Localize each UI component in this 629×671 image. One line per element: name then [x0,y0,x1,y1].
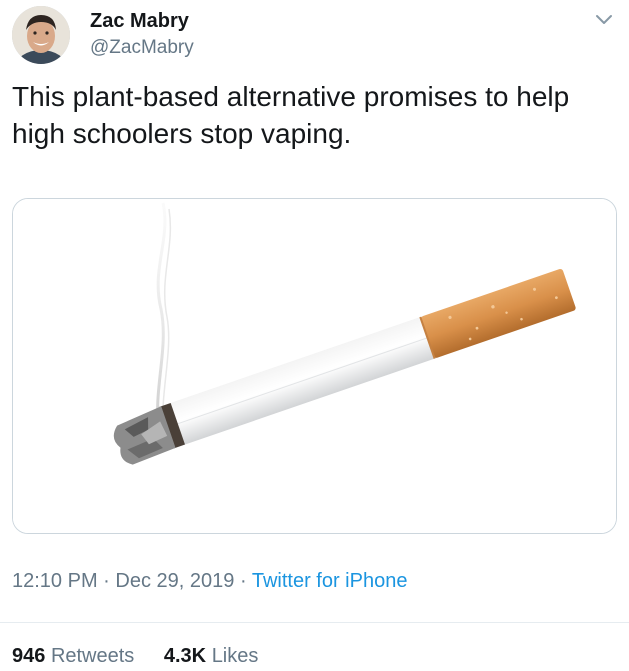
retweets-label: Retweets [50,645,135,667]
tweet-source-link[interactable]: Twitter for iPhone [252,570,408,592]
cigarette-image [13,199,616,533]
tweet-date[interactable]: Dec 29, 2019 [115,570,234,592]
likes-stat[interactable]: 4.3K Likes [164,645,259,668]
avatar[interactable] [12,6,70,64]
chevron-down-icon[interactable] [593,8,615,30]
tweet-text: This plant-based alternative promises to… [12,81,570,149]
tweet-time[interactable]: 12:10 PM [12,570,98,592]
user-handle[interactable]: @ZacMabry [90,37,194,59]
display-name[interactable]: Zac Mabry [90,10,189,33]
retweets-count: 946 [12,645,46,667]
tweet-header: Zac Mabry @ZacMabry [12,6,617,68]
retweets-stat[interactable]: 946 Retweets [12,645,134,668]
divider [0,622,629,623]
likes-count: 4.3K [163,645,207,667]
meta-separator-2: · [239,570,247,592]
tweet-stats: 946 Retweets 4.3K Likes [12,645,282,668]
tweet-media[interactable] [12,198,617,534]
meta-separator: · [103,570,110,592]
avatar-image [12,6,70,64]
likes-label: Likes [211,645,259,667]
tweet-meta: 12:10 PM · Dec 29, 2019 · Twitter for iP… [12,570,407,593]
